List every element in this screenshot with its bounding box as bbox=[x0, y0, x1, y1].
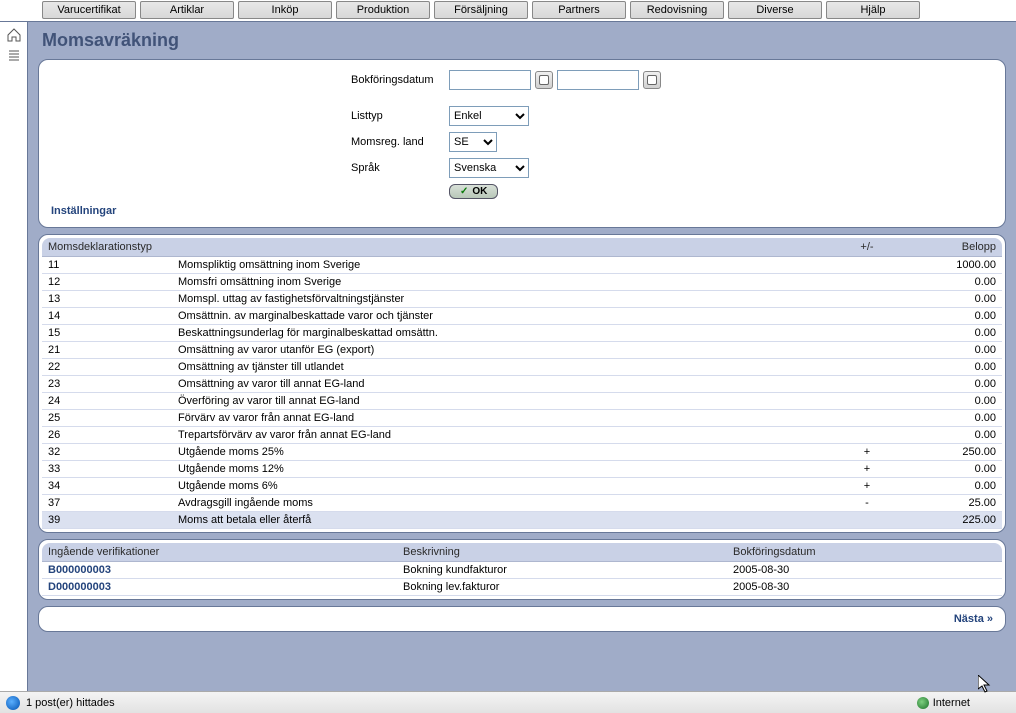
col-belopp: Belopp bbox=[892, 238, 1002, 257]
menu-redovisning[interactable]: Redovisning bbox=[630, 1, 724, 19]
table-row: 39Moms att betala eller återfå225.00 bbox=[42, 512, 1002, 529]
menu-diverse[interactable]: Diverse bbox=[728, 1, 822, 19]
status-bar: 1 post(er) hittades Internet bbox=[0, 691, 1016, 713]
table-row: 32Utgående moms 25%+250.00 bbox=[42, 444, 1002, 461]
table-row: 34Utgående moms 6%+0.00 bbox=[42, 478, 1002, 495]
col-pm: +/- bbox=[842, 238, 892, 257]
table-row: 22Omsättning av tjänster till utlandet0.… bbox=[42, 359, 1002, 376]
table-row: 24Överföring av varor till annat EG-land… bbox=[42, 393, 1002, 410]
menu-artiklar[interactable]: Artiklar bbox=[140, 1, 234, 19]
momsreg-label: Momsreg. land bbox=[351, 136, 449, 148]
col-ver: Ingående verifikationer bbox=[42, 543, 397, 562]
bokforingsdatum-label: Bokföringsdatum bbox=[351, 74, 449, 86]
table-row: 33Utgående moms 12%+0.00 bbox=[42, 461, 1002, 478]
date-to-input[interactable] bbox=[557, 70, 639, 90]
table-row: 23Omsättning av varor till annat EG-land… bbox=[42, 376, 1002, 393]
table-row: 21Omsättning av varor utanför EG (export… bbox=[42, 342, 1002, 359]
table-row: 11Momspliktig omsättning inom Sverige100… bbox=[42, 257, 1002, 274]
col-besk: Beskrivning bbox=[397, 543, 727, 562]
declaration-table: Momsdeklarationstyp +/- Belopp 11Momspli… bbox=[42, 238, 1002, 529]
status-message: 1 post(er) hittades bbox=[26, 697, 115, 709]
menu-hjälp[interactable]: Hjälp bbox=[826, 1, 920, 19]
table-row: B000000003Bokning kundfakturor2005-08-30 bbox=[42, 562, 1002, 579]
menu-inköp[interactable]: Inköp bbox=[238, 1, 332, 19]
verifications-table: Ingående verifikationer Beskrivning Bokf… bbox=[42, 543, 1002, 596]
calendar-icon[interactable] bbox=[535, 71, 553, 89]
menu-partners[interactable]: Partners bbox=[532, 1, 626, 19]
globe-icon bbox=[917, 697, 929, 709]
calendar-icon[interactable] bbox=[643, 71, 661, 89]
menu-försäljning[interactable]: Försäljning bbox=[434, 1, 528, 19]
listtyp-label: Listtyp bbox=[351, 110, 449, 122]
col-typ: Momsdeklarationstyp bbox=[42, 238, 842, 257]
ie-icon bbox=[6, 696, 20, 710]
table-row: 12Momsfri omsättning inom Sverige0.00 bbox=[42, 274, 1002, 291]
settings-link[interactable]: Inställningar bbox=[51, 205, 116, 217]
sprak-select[interactable]: Svenska bbox=[449, 158, 529, 178]
date-from-input[interactable] bbox=[449, 70, 531, 90]
page-title: Momsavräkning bbox=[42, 30, 1006, 51]
menu-varucertifikat[interactable]: Varucertifikat bbox=[42, 1, 136, 19]
table-row: 15Beskattningsunderlag för marginalbeska… bbox=[42, 325, 1002, 342]
home-icon[interactable] bbox=[6, 28, 22, 42]
top-menu: VarucertifikatArtiklarInköpProduktionFör… bbox=[0, 0, 1016, 22]
verifications-table-panel: Ingående verifikationer Beskrivning Bokf… bbox=[38, 539, 1006, 600]
table-row: 25Förvärv av varor från annat EG-land0.0… bbox=[42, 410, 1002, 427]
verification-link[interactable]: B000000003 bbox=[48, 564, 111, 576]
left-sidebar bbox=[0, 22, 28, 691]
status-zone: Internet bbox=[933, 697, 970, 709]
col-bok: Bokföringsdatum bbox=[727, 543, 1002, 562]
verification-link[interactable]: D000000003 bbox=[48, 581, 111, 593]
table-row: 26Trepartsförvärv av varor från annat EG… bbox=[42, 427, 1002, 444]
nav-panel: Nästa » bbox=[38, 606, 1006, 632]
sprak-label: Språk bbox=[351, 162, 449, 174]
filter-panel: Bokföringsdatum Listtyp Enkel Momsreg. l… bbox=[38, 59, 1006, 228]
listtyp-select[interactable]: Enkel bbox=[449, 106, 529, 126]
table-row: 13Momspl. uttag av fastighetsförvaltning… bbox=[42, 291, 1002, 308]
momsreg-select[interactable]: SE bbox=[449, 132, 497, 152]
table-row: D000000003Bokning lev.fakturor2005-08-30 bbox=[42, 579, 1002, 596]
table-row: 37Avdragsgill ingående moms-25.00 bbox=[42, 495, 1002, 512]
menu-produktion[interactable]: Produktion bbox=[336, 1, 430, 19]
list-icon[interactable] bbox=[6, 48, 22, 62]
next-link[interactable]: Nästa » bbox=[954, 613, 993, 625]
ok-button[interactable]: ✓OK bbox=[449, 184, 498, 199]
table-row: 14Omsättnin. av marginalbeskattade varor… bbox=[42, 308, 1002, 325]
declaration-table-panel: Momsdeklarationstyp +/- Belopp 11Momspli… bbox=[38, 234, 1006, 533]
